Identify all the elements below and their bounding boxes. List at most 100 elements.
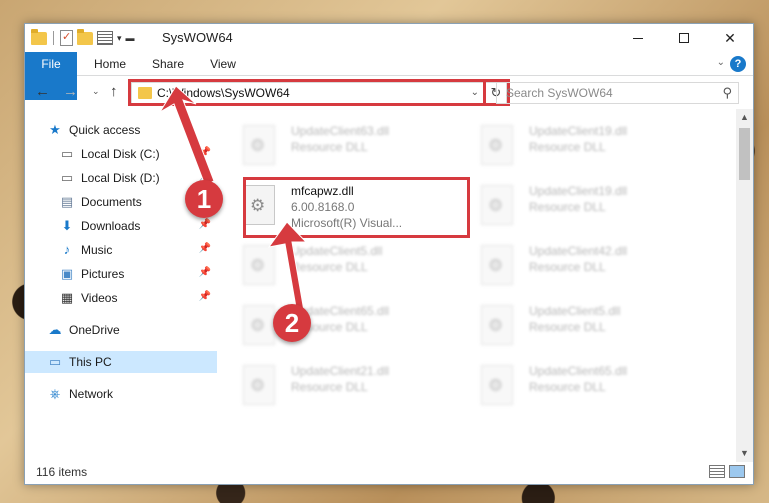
navigation-bar: ← → ⌄ ↑ C:\Windows\SysWOW64 ⌄ ↻ Search S…	[25, 77, 753, 109]
close-button[interactable]: ✕	[707, 24, 753, 52]
dll-file-icon	[243, 125, 275, 165]
file-name: UpdateClient21.dll	[291, 364, 390, 378]
sidebar-item-label: Network	[69, 387, 114, 401]
expand-ribbon-icon[interactable]: ⌄	[717, 57, 725, 68]
view-options-icon[interactable]	[97, 31, 113, 45]
minimize-button[interactable]	[615, 24, 661, 52]
file-item[interactable]: UpdateClient19.dll Resource DLL	[455, 119, 675, 167]
dll-file-icon	[481, 365, 513, 405]
file-name: UpdateClient63.dll	[291, 124, 390, 138]
file-name: UpdateClient42.dll	[529, 244, 628, 258]
sidebar-item-label: This PC	[69, 355, 112, 369]
file-description: Resource DLL	[291, 140, 368, 154]
close-icon: ✕	[724, 29, 736, 46]
pin-icon[interactable]: 📌	[199, 219, 211, 230]
sidebar-item-onedrive[interactable]: ☁ OneDrive	[25, 319, 217, 341]
sidebar-item-quick-access[interactable]: ★ Quick access	[25, 119, 217, 141]
tab-share[interactable]: Share	[143, 52, 193, 76]
dll-file-icon	[481, 305, 513, 345]
file-description: Resource DLL	[529, 200, 606, 214]
details-view-icon[interactable]	[709, 465, 725, 478]
dll-file-icon	[481, 245, 513, 285]
vertical-scrollbar[interactable]: ▲ ▼	[736, 109, 753, 462]
file-item[interactable]: UpdateClient42.dll Resource DLL	[455, 239, 675, 287]
large-icons-view-icon[interactable]	[729, 465, 745, 478]
up-arrow-icon[interactable]: ↑	[110, 83, 118, 100]
file-name: UpdateClient65.dll	[529, 364, 628, 378]
tab-view[interactable]: View	[199, 52, 247, 76]
new-folder-icon[interactable]	[77, 28, 93, 45]
file-item[interactable]: UpdateClient19.dll Resource DLL	[455, 179, 675, 227]
forward-arrow-icon[interactable]: →	[63, 83, 78, 100]
file-description: Resource DLL	[529, 260, 606, 274]
scroll-thumb[interactable]	[739, 128, 750, 180]
file-description: Resource DLL	[291, 260, 368, 274]
file-name: UpdateClient5.dll	[291, 244, 383, 258]
file-list: UpdateClient63.dll Resource DLL mfcapwz.…	[217, 109, 737, 462]
file-description: Resource DLL	[529, 140, 606, 154]
sidebar-item-music[interactable]: ♪ Music 📌	[25, 239, 217, 261]
back-arrow-icon[interactable]: ←	[35, 83, 50, 100]
file-description: Resource DLL	[291, 380, 368, 394]
sidebar-item-this-pc[interactable]: ▭ This PC	[25, 351, 217, 373]
documents-icon: ▤	[60, 194, 74, 209]
file-name: UpdateClient19.dll	[529, 184, 628, 198]
sidebar-item-pictures[interactable]: ▣ Pictures 📌	[25, 263, 217, 285]
ribbon-tabs: File Home Share View ⌄ ?	[25, 52, 753, 100]
dll-file-icon	[243, 305, 275, 345]
sidebar-item-label: Documents	[81, 195, 142, 209]
properties-icon[interactable]	[60, 30, 73, 46]
folder-icon[interactable]	[31, 28, 47, 45]
chevron-down-icon[interactable]: ▾	[117, 33, 122, 44]
network-icon: ⎈	[49, 386, 61, 401]
sidebar-item-label: Videos	[81, 291, 118, 305]
sidebar-item-videos[interactable]: ▦ Videos 📌	[25, 287, 217, 309]
scroll-up-icon[interactable]: ▲	[736, 109, 753, 126]
navigation-pane: ★ Quick access ▭ Local Disk (C:) 📌 ▭ Loc…	[25, 109, 217, 462]
sidebar-item-network[interactable]: ⎈ Network	[25, 383, 217, 405]
status-bar: 116 items	[25, 460, 753, 484]
dll-file-icon	[243, 365, 275, 405]
drive-icon: ▭	[60, 170, 74, 185]
dll-file-icon	[481, 185, 513, 225]
search-input[interactable]: Search SysWOW64 ⚲	[496, 82, 739, 104]
cloud-icon: ☁	[48, 322, 62, 337]
sidebar-item-local-disk-d[interactable]: ▭ Local Disk (D:) 📌	[25, 167, 217, 189]
sidebar-item-label: Downloads	[81, 219, 141, 233]
file-item[interactable]: UpdateClient21.dll Resource DLL	[217, 359, 437, 407]
file-description: Resource DLL	[529, 320, 606, 334]
file-highlight-box	[243, 177, 470, 238]
pin-icon[interactable]: 📌	[199, 243, 211, 254]
file-item[interactable]: UpdateClient65.dll Resource DLL	[455, 359, 675, 407]
explorer-window: ▾ ▬ SysWOW64 ✕ File Home Share View ⌄ ? …	[24, 23, 754, 485]
pin-icon[interactable]: 📌	[199, 147, 211, 158]
pin-icon[interactable]: 📌	[199, 267, 211, 278]
maximize-icon	[679, 33, 689, 43]
search-icon[interactable]: ⚲	[722, 85, 732, 101]
sidebar-item-downloads[interactable]: ⬇ Downloads 📌	[25, 215, 217, 237]
search-placeholder: Search SysWOW64	[506, 86, 613, 100]
recent-locations-icon[interactable]: ⌄	[92, 86, 100, 97]
file-item[interactable]: UpdateClient5.dll Resource DLL	[455, 299, 675, 347]
file-item[interactable]: UpdateClient5.dll Resource DLL	[217, 239, 437, 287]
customize-toolbar-icon[interactable]: ▬	[126, 33, 135, 43]
star-icon: ★	[49, 122, 61, 137]
maximize-button[interactable]	[661, 24, 707, 52]
sidebar-item-label: Local Disk (D:)	[81, 171, 160, 185]
sidebar-item-local-disk-c[interactable]: ▭ Local Disk (C:) 📌	[25, 143, 217, 165]
sidebar-item-label: Local Disk (C:)	[81, 147, 160, 161]
music-icon: ♪	[63, 242, 71, 257]
file-item[interactable]: UpdateClient65.dll Resource DLL	[217, 299, 437, 347]
pin-icon[interactable]: 📌	[199, 291, 211, 302]
downloads-icon: ⬇	[61, 218, 73, 233]
file-description: Resource DLL	[529, 380, 606, 394]
help-icon[interactable]: ?	[730, 56, 746, 72]
pictures-icon: ▣	[60, 266, 74, 281]
sidebar-item-label: Quick access	[69, 123, 141, 137]
toolbar-separator	[53, 31, 54, 45]
quick-access-toolbar: ▾ ▬	[31, 28, 135, 47]
tab-home[interactable]: Home	[83, 52, 137, 76]
file-item[interactable]: UpdateClient63.dll Resource DLL	[217, 119, 437, 167]
minimize-icon	[633, 37, 643, 39]
item-count: 116 items	[36, 465, 88, 479]
